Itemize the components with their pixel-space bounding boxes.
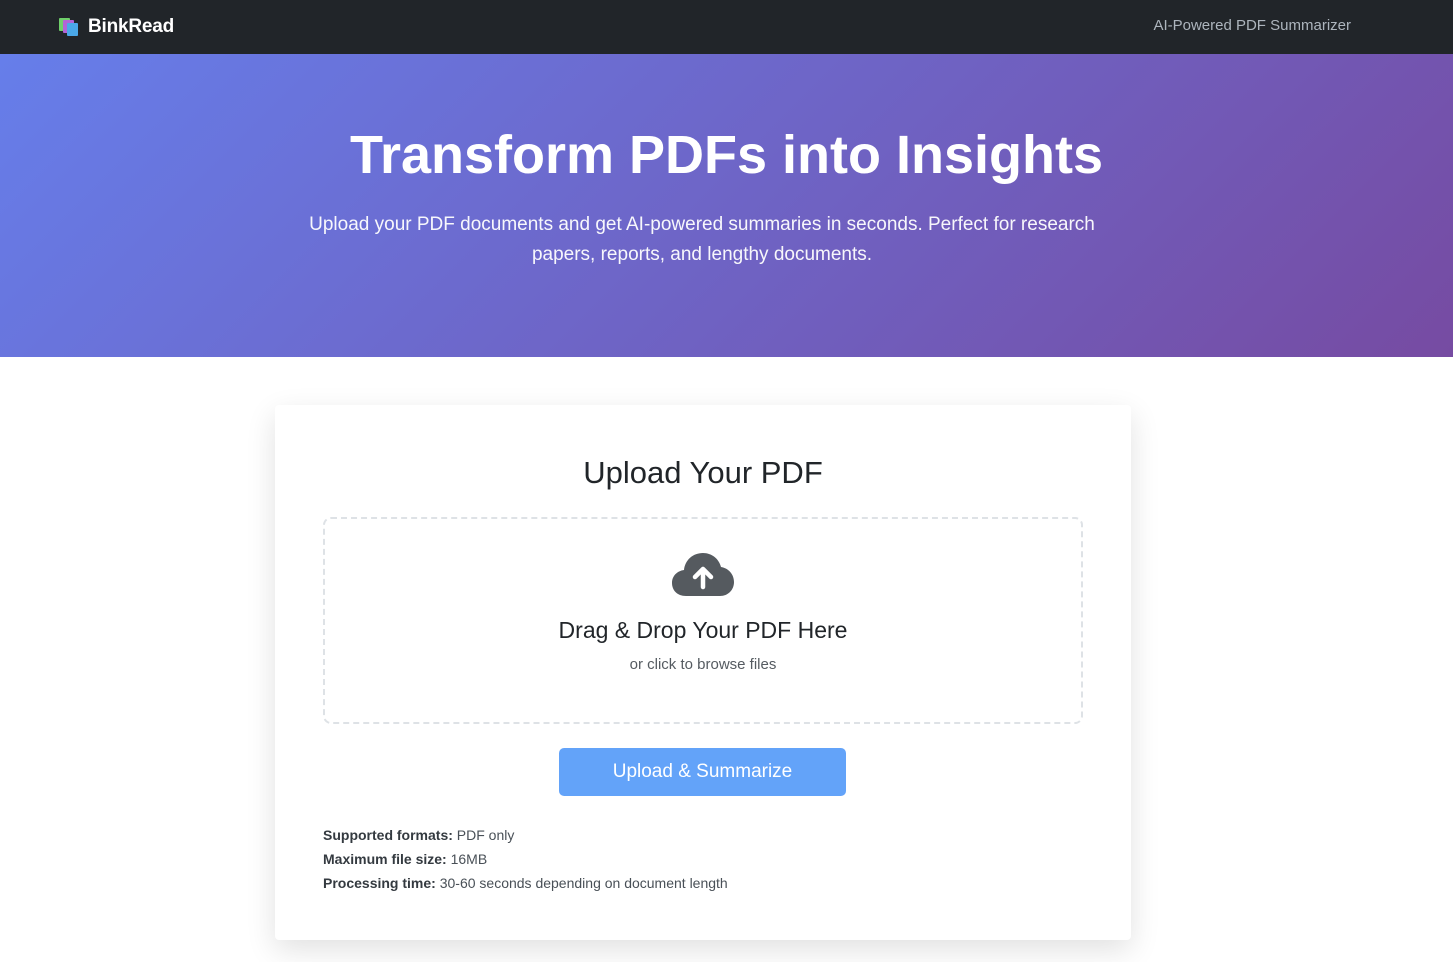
upload-summarize-button[interactable]: Upload & Summarize: [559, 748, 846, 796]
info-label: Maximum file size:: [323, 851, 447, 867]
info-row-time: Processing time: 30-60 seconds depending…: [323, 871, 728, 895]
cloud-upload-icon: [672, 553, 734, 596]
info-label: Processing time:: [323, 875, 436, 891]
brand-name: BinkRead: [88, 16, 175, 37]
nav-tagline: AI-Powered PDF Summarizer: [1153, 17, 1351, 34]
books-icon: [59, 17, 79, 37]
navbar: BinkRead AI-Powered PDF Summarizer: [0, 0, 1453, 54]
upload-title: Upload Your PDF: [583, 455, 823, 490]
dropzone-title: Drag & Drop Your PDF Here: [558, 617, 848, 643]
info-row-formats: Supported formats: PDF only: [323, 823, 728, 847]
brand-link[interactable]: BinkRead: [59, 15, 174, 39]
upload-card: Upload Your PDF Drag & Drop Your PDF Her…: [275, 405, 1131, 940]
upload-info: Supported formats: PDF only Maximum file…: [323, 823, 728, 895]
dropzone-subtitle: or click to browse files: [629, 656, 777, 673]
info-value: PDF only: [456, 827, 515, 843]
hero-section: Transform PDFs into Insights Upload your…: [0, 54, 1453, 357]
hero-title: Transform PDFs into Insights: [349, 125, 1104, 185]
info-value: 16MB: [450, 851, 488, 867]
info-value: 30-60 seconds depending on document leng…: [439, 875, 728, 891]
info-label: Supported formats:: [323, 827, 453, 843]
hero-subtitle: Upload your PDF documents and get AI-pow…: [309, 214, 1095, 265]
dropzone[interactable]: Drag & Drop Your PDF Here or click to br…: [323, 517, 1083, 724]
info-row-size: Maximum file size: 16MB: [323, 847, 728, 871]
